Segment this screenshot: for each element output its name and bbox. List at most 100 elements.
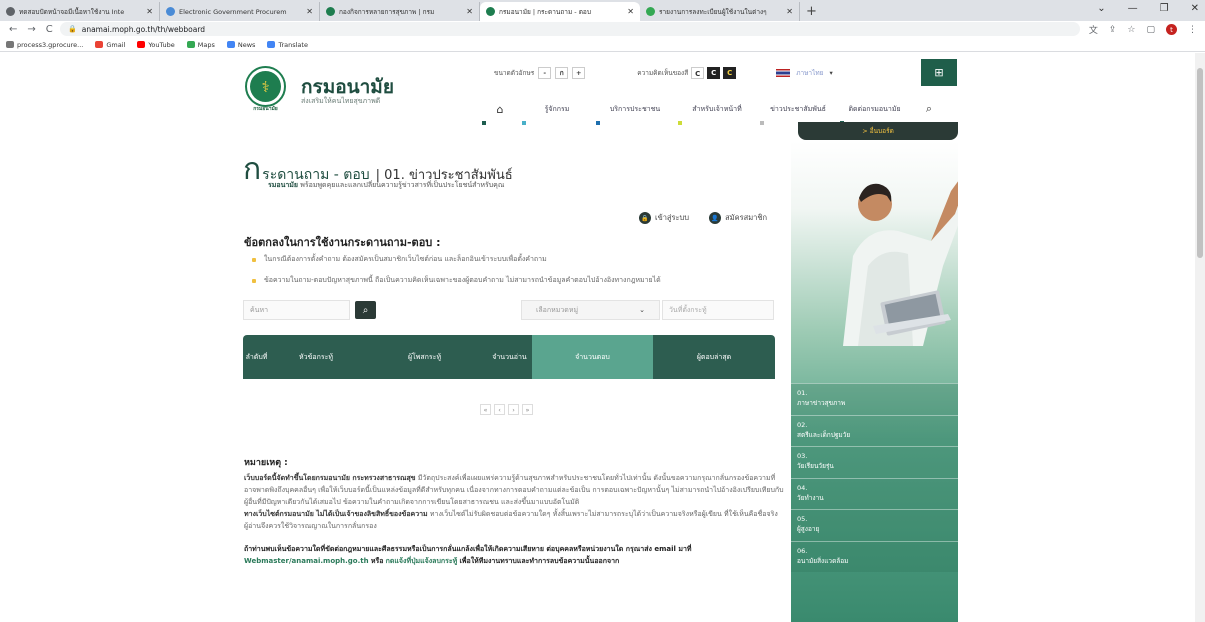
category-item[interactable]: 06. อนามัยสิ่งแวดล้อม bbox=[791, 540, 958, 572]
bookmark-item[interactable]: News bbox=[226, 41, 255, 49]
reload-icon[interactable]: C bbox=[46, 24, 53, 35]
category-label: ผู้สูงอายุ bbox=[797, 525, 820, 533]
nav-item-services[interactable]: บริการประชาชน bbox=[594, 96, 676, 125]
back-icon[interactable]: ← bbox=[9, 24, 17, 35]
bookmark-label: Translate bbox=[278, 40, 308, 49]
contrast-dark-button[interactable]: C bbox=[707, 67, 721, 79]
font-size-control: ขนาดตัวอักษร - ก + bbox=[494, 67, 586, 79]
col-replies: จำนวนตอบ bbox=[532, 335, 653, 379]
page-subtitle: รมอนามัย พร้อมพูดคุยและแลกเปลี่ยนความรู้… bbox=[268, 180, 504, 191]
date-input[interactable]: วันที่ตั้งกระทู้ bbox=[662, 300, 774, 320]
close-icon[interactable]: ✕ bbox=[466, 7, 473, 16]
category-label: วัยเรียนวัยรุ่น bbox=[797, 462, 834, 470]
subtitle-text: พร้อมพูดคุยและแลกเปลี่ยนความรู้ข่าวสารที… bbox=[300, 181, 505, 189]
note-or: หรือ bbox=[370, 557, 384, 565]
bookmark-item[interactable]: Translate bbox=[267, 41, 308, 49]
close-icon[interactable]: ✕ bbox=[146, 7, 153, 16]
bookmark-label: YouTube bbox=[148, 40, 175, 49]
category-label: อนามัยสิ่งแวดล้อม bbox=[797, 556, 849, 565]
note-bold-2: ทางเว็บไซต์กรมอนามัย ไม่ได้เป็นเจ้าของลิ… bbox=[244, 510, 428, 518]
bookmarks-bar: process3.gprocure... Gmail YouTube Maps … bbox=[0, 38, 1205, 52]
category-item[interactable]: 01. ภาษาข่าวสุขภาพ bbox=[791, 383, 958, 415]
webmaster-email-link[interactable]: Webmaster/anamai.moph.go.th bbox=[244, 557, 369, 565]
nav-item-contact[interactable]: ติดต่อกรมอนามัย bbox=[838, 96, 911, 125]
register-link[interactable]: 👤 สมัครสมาชิก bbox=[709, 212, 767, 224]
login-link[interactable]: 🔒 เข้าสู่ระบบ bbox=[639, 212, 689, 224]
browser-tab[interactable]: Electronic Government Procurem ✕ bbox=[160, 2, 320, 21]
close-icon[interactable]: ✕ bbox=[306, 7, 313, 16]
bookmark-item[interactable]: process3.gprocure... bbox=[6, 41, 83, 49]
nav-item-staff[interactable]: สำหรับเจ้าหน้าที่ bbox=[676, 96, 758, 125]
maps-icon bbox=[186, 41, 195, 48]
share-icon[interactable]: ⇪ bbox=[1109, 25, 1117, 35]
category-item[interactable]: 03. วัยเรียนวัยรุ่น bbox=[791, 446, 958, 478]
note-bold-3: ถ้าท่านพบเห็นข้อความใดที่ขัดต่อกฎหมายและ… bbox=[244, 545, 692, 553]
font-increase-button[interactable]: + bbox=[572, 67, 586, 79]
chevron-down-icon: ⌄ bbox=[639, 306, 645, 314]
bookmark-item[interactable]: Gmail bbox=[95, 41, 125, 49]
browser-tab-active[interactable]: กรมอนามัย | กระดานถาม - ตอบ ✕ bbox=[480, 2, 640, 21]
contrast-yellow-button[interactable]: C bbox=[723, 67, 737, 79]
webboard-badge[interactable]: > อื่นบอร์ด bbox=[798, 122, 958, 140]
nav-home[interactable]: ⌂ bbox=[480, 96, 520, 125]
next-page-button[interactable]: › bbox=[508, 404, 519, 415]
category-number: 01. bbox=[797, 389, 808, 397]
language-select[interactable]: ภาษาไทย ▾ bbox=[776, 68, 833, 78]
browser-tab[interactable]: ทดสอบปัดหน้าจอมีเนื้อหาใช้งาน Inte ✕ bbox=[0, 2, 160, 21]
sitemap-icon: ⊞ bbox=[934, 66, 944, 79]
browser-tab[interactable]: รายงานการลงทะเบียนผู้ใช้งานในต่างๆ ✕ bbox=[640, 2, 800, 21]
last-page-button[interactable]: » bbox=[522, 404, 533, 415]
restore-icon[interactable]: ❐ bbox=[1160, 3, 1169, 14]
tab-title: รายงานการลงทะเบียนผู้ใช้งานในต่างๆ bbox=[659, 7, 767, 16]
bookmark-item[interactable]: Maps bbox=[186, 41, 215, 49]
category-select[interactable]: เลือกหมวดหมู่ ⌄ bbox=[521, 300, 660, 320]
lock-icon[interactable]: 🔒 bbox=[68, 25, 77, 33]
note-body: เว็บบอร์ดนี้จัดทำขึ้นโดยกรมอนามัย กระทรว… bbox=[244, 472, 784, 532]
close-icon[interactable]: ✕ bbox=[786, 7, 793, 16]
search-input[interactable]: ค้นหา bbox=[243, 300, 350, 320]
font-decrease-button[interactable]: - bbox=[538, 67, 552, 79]
terms-heading: ข้อตกลงในการใช้งานกระดานถาม-ตอบ : bbox=[244, 236, 441, 249]
minimize-icon[interactable]: — bbox=[1128, 3, 1138, 14]
nav-item-news[interactable]: ข่าวประชาสัมพันธ์ bbox=[758, 96, 838, 125]
globe-icon bbox=[6, 41, 14, 48]
forward-icon[interactable]: → bbox=[27, 24, 35, 35]
close-icon[interactable]: ✕ bbox=[627, 7, 634, 16]
contrast-normal-button[interactable]: C bbox=[691, 67, 705, 79]
search-button[interactable]: ⌕ bbox=[355, 301, 376, 319]
scrollbar-thumb[interactable] bbox=[1197, 68, 1203, 258]
register-label: สมัครสมาชิก bbox=[725, 213, 767, 222]
category-item[interactable]: 02. สตรีและเด็กปฐมวัย bbox=[791, 414, 958, 446]
nav-search[interactable]: ⌕ bbox=[911, 96, 947, 122]
translate-icon[interactable]: 文 bbox=[1089, 23, 1098, 36]
report-post-link[interactable]: กดแจ้งที่ปุ่มแจ้งลบกระทู้ bbox=[386, 557, 458, 565]
font-normal-button[interactable]: ก bbox=[555, 67, 569, 79]
translate-bookmark-icon bbox=[267, 41, 276, 48]
first-page-button[interactable]: « bbox=[480, 404, 491, 415]
category-item[interactable]: 04. วัยทำงาน bbox=[791, 477, 958, 509]
tab-favicon-icon bbox=[6, 7, 15, 16]
category-item[interactable]: 05. ผู้สูงอายุ bbox=[791, 509, 958, 541]
auth-links: 🔒 เข้าสู่ระบบ 👤 สมัครสมาชิก bbox=[639, 212, 767, 224]
bookmark-item[interactable]: YouTube bbox=[137, 40, 175, 49]
bookmark-label: process3.gprocure... bbox=[17, 40, 84, 49]
profile-avatar[interactable]: t bbox=[1166, 24, 1177, 35]
close-window-icon[interactable]: ✕ bbox=[1191, 3, 1199, 14]
tab-search-icon[interactable]: ⌄ bbox=[1097, 3, 1105, 14]
table-header: ลำดับที่ หัวข้อกระทู้ ผู้โพสกระทู้ จำนวน… bbox=[243, 335, 775, 379]
subtitle-bold: รมอนามัย bbox=[268, 181, 299, 189]
site-logo[interactable]: ⚕ bbox=[245, 66, 286, 107]
star-icon[interactable]: ☆ bbox=[1127, 25, 1135, 35]
category-number: 03. bbox=[797, 452, 808, 460]
prev-page-button[interactable]: ‹ bbox=[494, 404, 505, 415]
url-field[interactable]: 🔒 anamai.moph.go.th/th/webboard bbox=[60, 22, 1080, 36]
sitemap-button[interactable]: ⊞ bbox=[921, 59, 957, 86]
window-controls: ⌄ — ❐ ✕ bbox=[1097, 3, 1199, 14]
sidepanel-icon[interactable]: ▢ bbox=[1146, 25, 1155, 35]
nav-item-about[interactable]: รู้จักกรม bbox=[520, 96, 594, 125]
tab-favicon-icon bbox=[326, 7, 335, 16]
new-tab-button[interactable]: + bbox=[800, 4, 823, 21]
tab-favicon-icon bbox=[166, 7, 175, 16]
browser-tab[interactable]: กองกิจการหลายการสุขภาพ | กรม ✕ bbox=[320, 2, 480, 21]
menu-icon[interactable]: ⋮ bbox=[1188, 25, 1197, 35]
